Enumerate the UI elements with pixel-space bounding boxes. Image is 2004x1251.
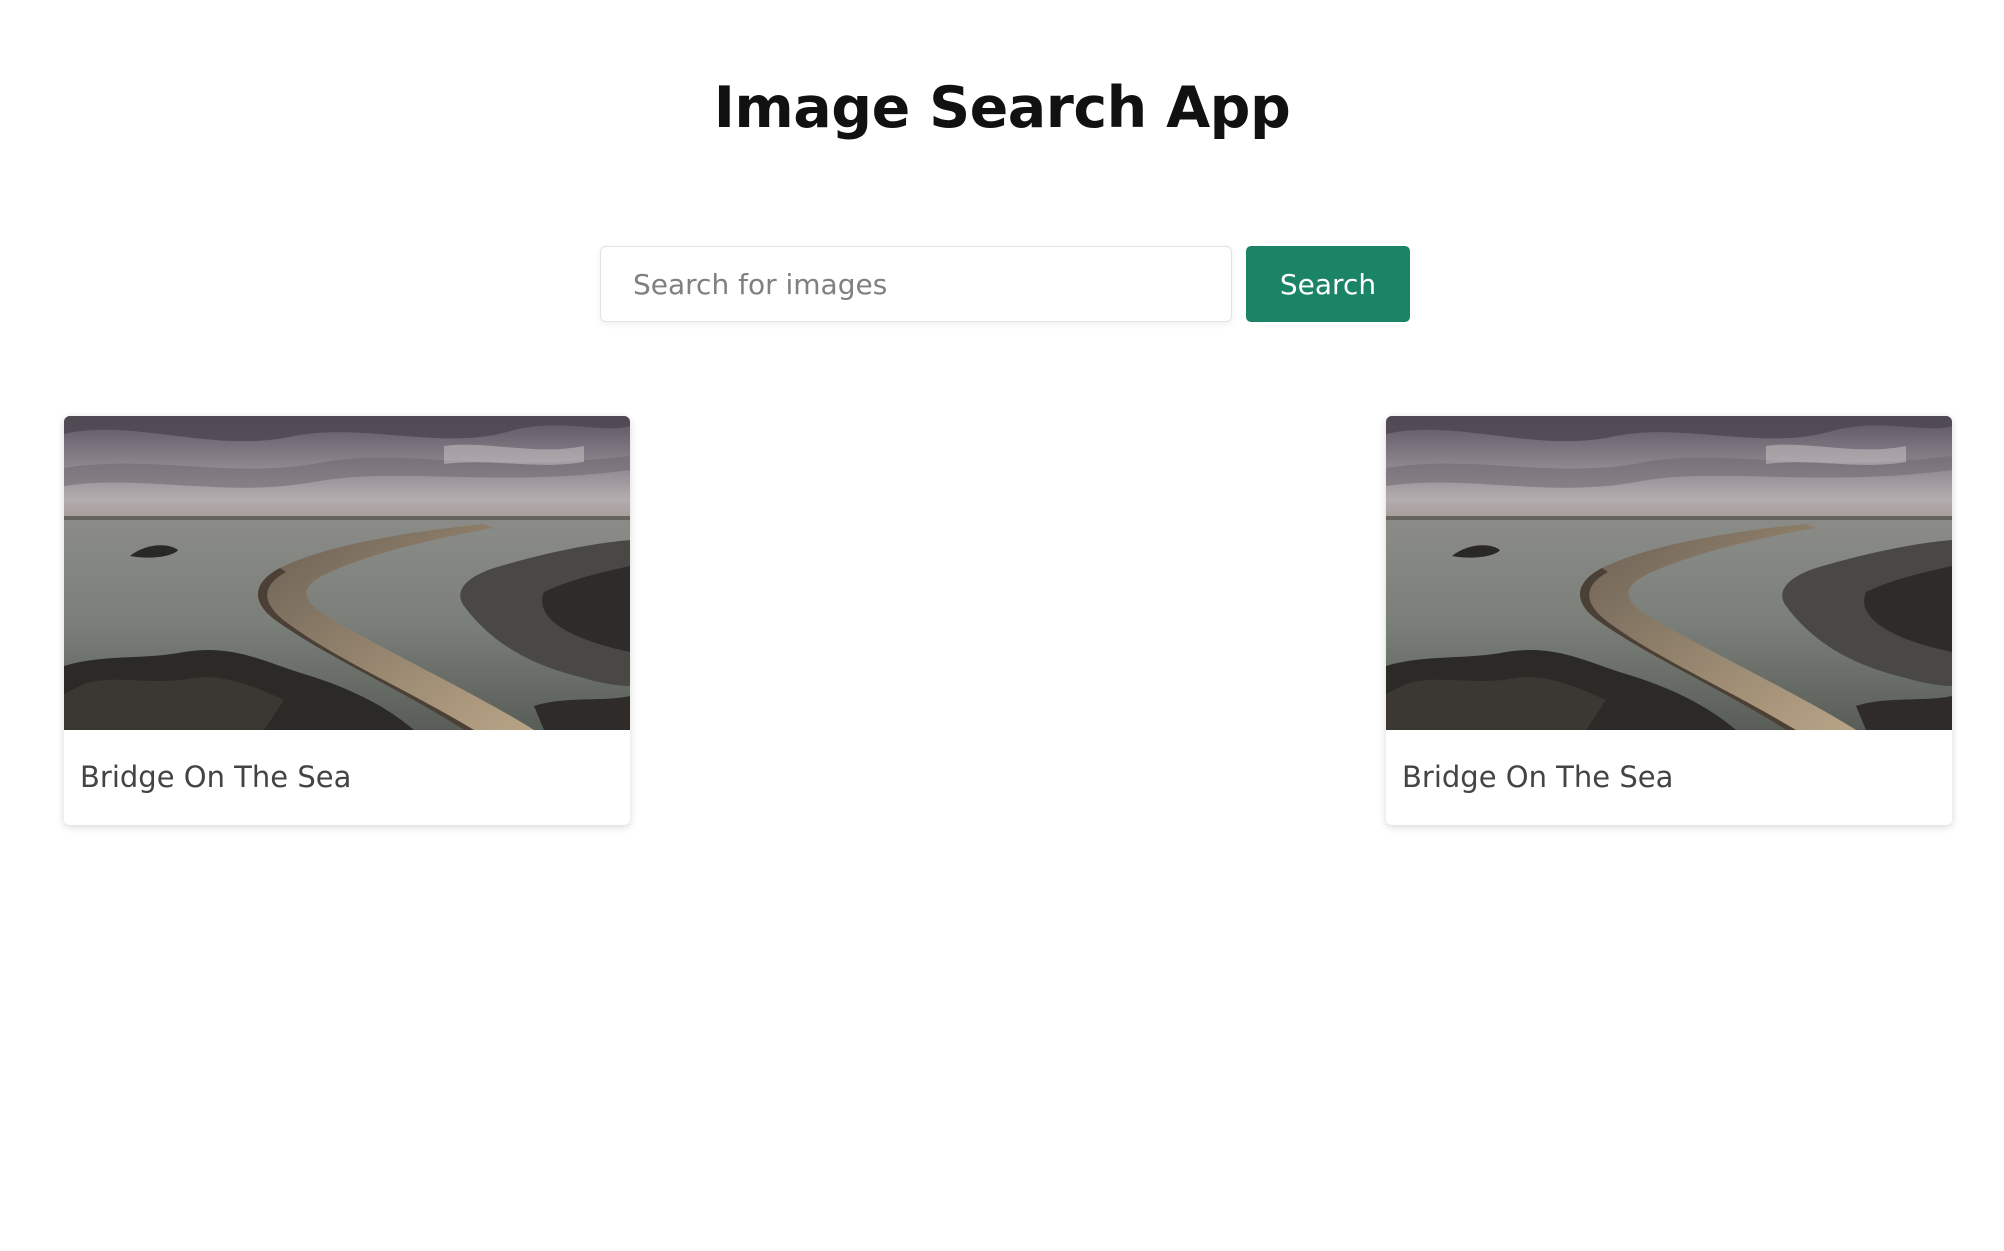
search-input[interactable] (600, 246, 1232, 322)
card-image[interactable] (64, 416, 630, 730)
image-card[interactable]: Bridge On The Sea (64, 416, 630, 825)
image-card[interactable]: Bridge On The Sea (1386, 416, 1952, 825)
search-form: Search (600, 246, 1410, 322)
results-grid: Bridge On The Sea Bridge On The Sea (64, 416, 1952, 825)
search-button[interactable]: Search (1246, 246, 1410, 322)
page-title: Image Search App (713, 75, 1291, 141)
card-caption: Bridge On The Sea (80, 760, 352, 794)
card-caption: Bridge On The Sea (1402, 760, 1674, 794)
card-image[interactable] (1386, 416, 1952, 730)
